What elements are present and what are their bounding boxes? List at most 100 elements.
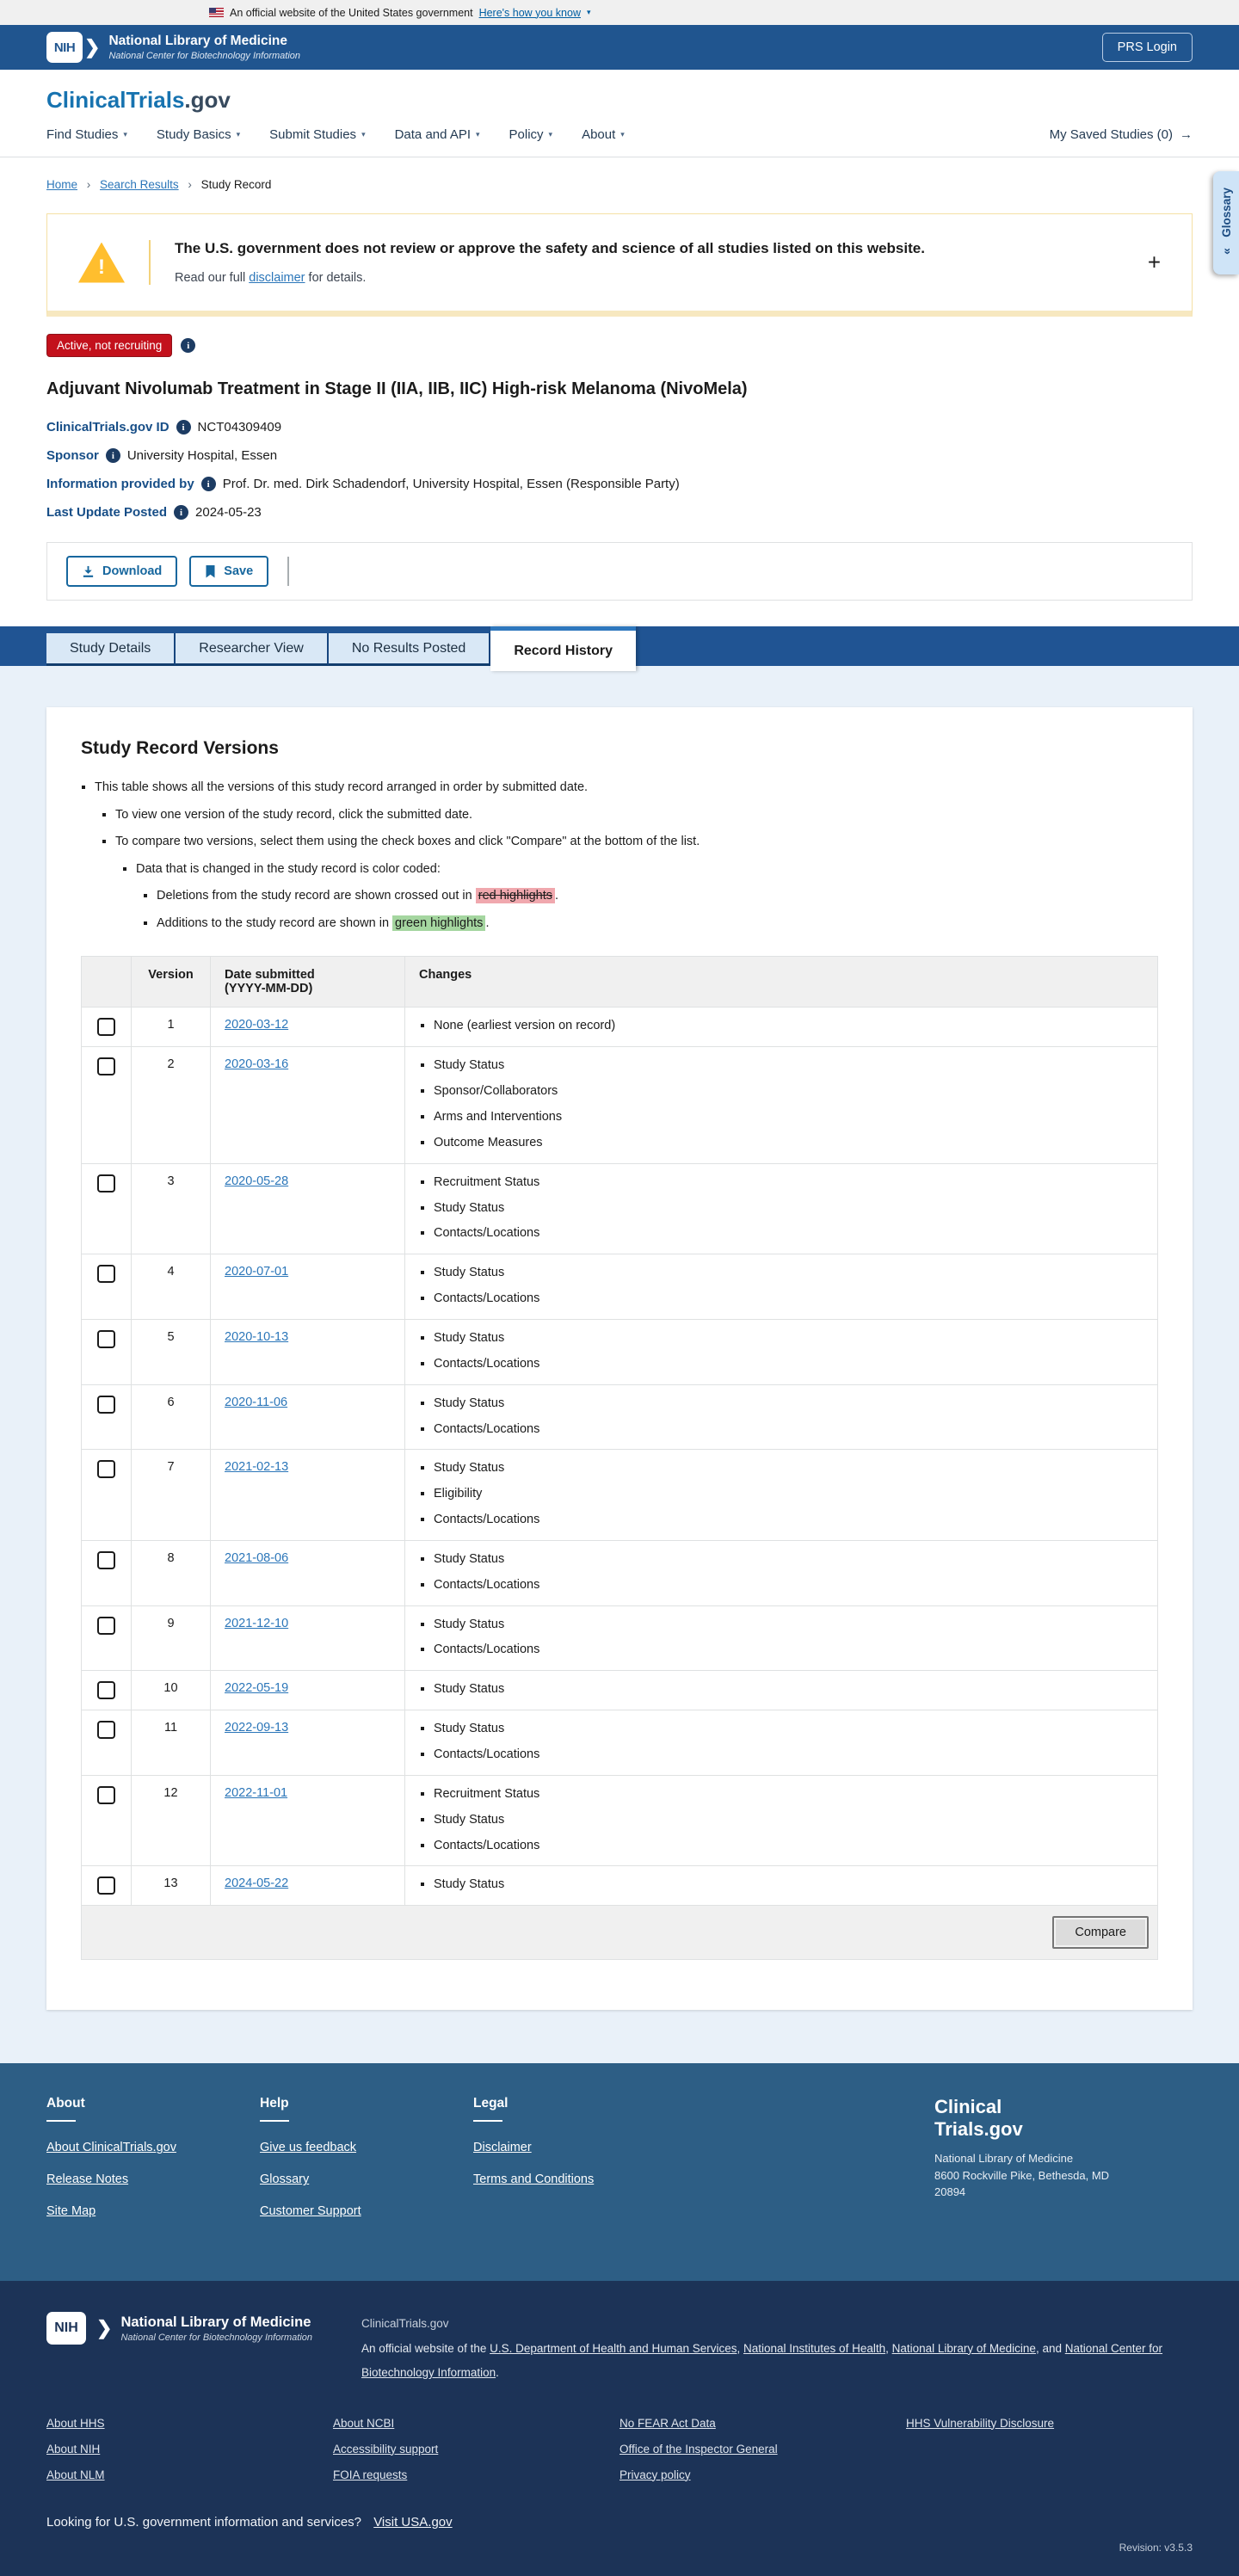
versions-table-body: 1 2020-03-12 None (earliest version on rec… xyxy=(81,1007,1158,1907)
submitted-date-link[interactable]: 2022-11-01 xyxy=(225,1786,287,1800)
footer-link-about-clinicaltrials-gov[interactable]: About ClinicalTrials.gov xyxy=(46,2141,260,2154)
footer-link-customer-support[interactable]: Customer Support xyxy=(260,2204,473,2218)
submitted-date-link[interactable]: 2020-11-06 xyxy=(225,1396,287,1409)
info-icon[interactable]: i xyxy=(174,505,189,520)
expand-warning-button[interactable]: + xyxy=(1148,250,1161,276)
version-checkbox[interactable] xyxy=(97,1395,115,1414)
submitted-date-link[interactable]: 2024-05-22 xyxy=(225,1877,288,1890)
footer-link-about-hhs[interactable]: About HHS xyxy=(46,2417,333,2430)
footer-link-glossary[interactable]: Glossary xyxy=(260,2172,473,2186)
change-item: Study Status xyxy=(434,1721,1143,1737)
change-item: Study Status xyxy=(434,1877,1143,1893)
submitted-date-link[interactable]: 2022-09-13 xyxy=(225,1721,288,1735)
footer-address: National Library of Medicine 8600 Rockvi… xyxy=(934,2150,1193,2201)
submitted-date-link[interactable]: 2020-10-13 xyxy=(225,1330,288,1344)
footer-link-disclaimer[interactable]: Disclaimer xyxy=(473,2141,800,2154)
footer-link-no-fear-act-data[interactable]: No FEAR Act Data xyxy=(620,2417,906,2430)
glossary-side-tab[interactable]: Glossary « xyxy=(1213,171,1239,274)
nih-logo[interactable]: NIH xyxy=(46,32,83,63)
version-row: 11 2022-09-13 Study Status Contacts/Locatio… xyxy=(81,1710,1158,1776)
disclaimer-link[interactable]: disclaimer xyxy=(249,271,305,285)
version-checkbox[interactable] xyxy=(97,1550,115,1569)
version-checkbox[interactable] xyxy=(97,1018,115,1037)
footer-link-release-notes[interactable]: Release Notes xyxy=(46,2172,260,2186)
submitted-date-link[interactable]: 2021-08-06 xyxy=(225,1551,288,1565)
footer-link-hhs-vulnerability-disclosure[interactable]: HHS Vulnerability Disclosure xyxy=(906,2417,1193,2430)
hhs-link[interactable]: U.S. Department of Health and Human Serv… xyxy=(490,2342,737,2355)
footer-link-give-us-feedback[interactable]: Give us feedback xyxy=(260,2141,473,2154)
submitted-date-link[interactable]: 2022-05-19 xyxy=(225,1681,288,1695)
version-checkbox[interactable] xyxy=(97,1460,115,1479)
footer-link-about-nlm[interactable]: About NLM xyxy=(46,2468,333,2481)
tab-researcher-view[interactable]: Researcher View xyxy=(176,633,329,666)
submitted-date-link[interactable]: 2020-05-28 xyxy=(225,1174,288,1188)
version-checkbox[interactable] xyxy=(97,1877,115,1895)
nav-item-policy[interactable]: Policy ▾ xyxy=(509,127,553,142)
version-checkbox[interactable] xyxy=(97,1681,115,1700)
tab-record-history[interactable]: Record History xyxy=(490,626,637,671)
changes-cell: Study Status xyxy=(404,1865,1158,1907)
nlm-subtitle: National Center for Biotechnology Inform… xyxy=(108,51,301,61)
version-number-cell: 6 xyxy=(131,1384,211,1451)
info-icon[interactable]: i xyxy=(181,338,196,353)
date-cell: 2020-07-01 xyxy=(210,1254,405,1320)
submitted-date-link[interactable]: 2020-07-01 xyxy=(225,1265,288,1279)
version-checkbox[interactable] xyxy=(97,1785,115,1804)
how-you-know-link[interactable]: Here's how you know xyxy=(479,7,581,19)
nav-item-label: Data and API xyxy=(394,127,471,142)
nav-item-submit-studies[interactable]: Submit Studies ▾ xyxy=(269,127,365,142)
version-number-cell: 5 xyxy=(131,1318,211,1385)
nav-item-data-and-api[interactable]: Data and API ▾ xyxy=(395,127,480,142)
footer-link-terms-and-conditions[interactable]: Terms and Conditions xyxy=(473,2172,800,2186)
footer-link-site-map[interactable]: Site Map xyxy=(46,2204,260,2218)
footer-link-foia-requests[interactable]: FOIA requests xyxy=(333,2468,620,2481)
submitted-date-link[interactable]: 2020-03-12 xyxy=(225,1018,288,1032)
note-compare: To compare two versions, select them usi… xyxy=(115,834,1158,932)
date-cell: 2020-05-28 xyxy=(210,1162,405,1255)
prs-login-button[interactable]: PRS Login xyxy=(1101,33,1193,62)
submitted-date-link[interactable]: 2021-12-10 xyxy=(225,1617,288,1630)
breadcrumb-home[interactable]: Home xyxy=(46,178,77,191)
nav-item-about[interactable]: About ▾ xyxy=(582,127,625,142)
nav-item-study-basics[interactable]: Study Basics ▾ xyxy=(157,127,240,142)
changes-cell: Study Status xyxy=(404,1670,1158,1711)
version-checkbox[interactable] xyxy=(97,1721,115,1740)
version-number: 11 xyxy=(163,1721,178,1735)
version-row: 1 2020-03-12 None (earliest version on rec… xyxy=(81,1007,1158,1048)
breadcrumb-separator: › xyxy=(188,178,192,191)
changes-list: Study Status Contacts/Locations xyxy=(419,1396,1143,1438)
save-button[interactable]: Save xyxy=(189,556,269,587)
version-checkbox[interactable] xyxy=(97,1616,115,1635)
footer-link-accessibility-support[interactable]: Accessibility support xyxy=(333,2443,620,2456)
footer-link-office-of-the-inspector-general[interactable]: Office of the Inspector General xyxy=(620,2443,906,2456)
submitted-date-link[interactable]: 2020-03-16 xyxy=(225,1057,288,1071)
download-button[interactable]: Download xyxy=(66,556,178,587)
nih-link[interactable]: National Institutes of Health xyxy=(743,2342,885,2355)
info-icon[interactable]: i xyxy=(105,448,120,463)
footer: About About ClinicalTrials.gov Release Not… xyxy=(0,2063,1239,2282)
compare-button[interactable]: Compare xyxy=(1052,1916,1149,1950)
footer-link-about-nih[interactable]: About NIH xyxy=(46,2443,333,2456)
info-icon[interactable]: i xyxy=(176,420,191,434)
clinicaltrials-logo[interactable]: ClinicalTrials.gov xyxy=(46,87,231,113)
version-checkbox[interactable] xyxy=(97,1329,115,1348)
breadcrumb-search-results[interactable]: Search Results xyxy=(100,178,179,191)
my-saved-studies-link[interactable]: My Saved Studies (0) → xyxy=(1050,127,1193,142)
nav-item-label: About xyxy=(582,127,616,142)
footer-link-privacy-policy[interactable]: Privacy policy xyxy=(620,2468,906,2481)
note-deletions: Deletions from the study record are show… xyxy=(157,888,1158,905)
info-icon[interactable]: i xyxy=(200,477,216,491)
version-checkbox[interactable] xyxy=(97,1057,115,1076)
tab-study-details[interactable]: Study Details xyxy=(46,633,176,666)
official-statement-text: An official website of the U.S. Departme… xyxy=(361,2341,1163,2380)
footer-link-about-ncbi[interactable]: About NCBI xyxy=(333,2417,620,2430)
bookmark-icon xyxy=(206,564,215,577)
version-checkbox[interactable] xyxy=(97,1174,115,1192)
submitted-date-link[interactable]: 2021-02-13 xyxy=(225,1460,288,1474)
nav-item-find-studies[interactable]: Find Studies ▾ xyxy=(46,127,127,142)
tab-no-results-posted[interactable]: No Results Posted xyxy=(328,633,491,666)
version-checkbox[interactable] xyxy=(97,1265,115,1284)
nlm-link[interactable]: National Library of Medicine xyxy=(892,2342,1036,2355)
visit-usa-gov-link[interactable]: Visit USA.gov xyxy=(373,2515,452,2530)
nlm-footer-logo[interactable]: NIH ❯ National Library of Medicine Natio… xyxy=(46,2312,361,2345)
